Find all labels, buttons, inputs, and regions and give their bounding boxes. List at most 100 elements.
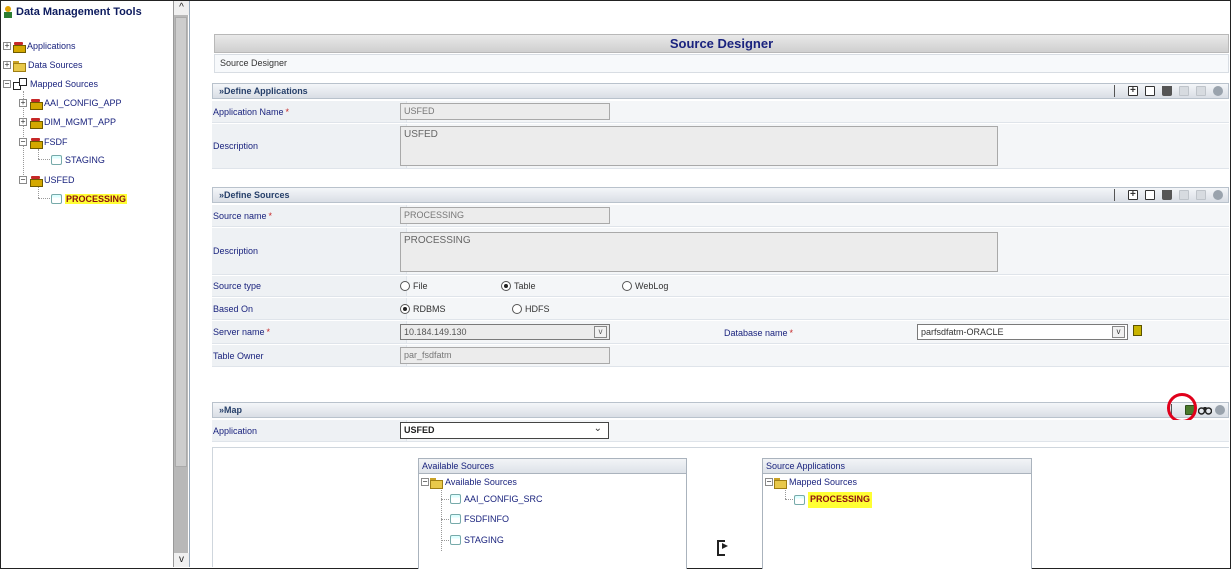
tree-scrollbar[interactable]: ^ v: [173, 1, 189, 567]
application-label: Application: [212, 420, 407, 441]
save-icon[interactable]: [1179, 190, 1189, 200]
application-name-row: Application Name * USFED: [212, 101, 1229, 123]
panel-divider[interactable]: [189, 1, 190, 567]
expand-icon[interactable]: +: [3, 42, 11, 50]
annotation-circle: [1167, 393, 1197, 423]
tree-connector: [441, 540, 449, 541]
chevron-down-icon[interactable]: v: [1112, 326, 1125, 338]
folder-icon: [774, 477, 787, 489]
based-on-hdfs-radio[interactable]: HDFS: [512, 298, 550, 319]
map-header: »Map: [212, 402, 1229, 418]
available-source-item[interactable]: AAI_CONFIG_SRC: [450, 494, 543, 504]
copy-icon[interactable]: [1196, 190, 1206, 200]
based-on-rdbms-radio[interactable]: RDBMS: [400, 298, 446, 319]
collapse-icon[interactable]: −: [765, 478, 773, 486]
tree-connector: [785, 490, 786, 499]
source-type-label: Source type: [212, 276, 407, 296]
table-icon: [51, 194, 62, 204]
database-name-select[interactable]: parfsdfatm-ORACLE v: [917, 324, 1128, 340]
folder-icon: [13, 60, 26, 72]
application-icon: [13, 41, 26, 53]
source-type-table-radio[interactable]: Table: [501, 276, 536, 296]
table-owner-row: Table Owner par_fsdfatm: [212, 345, 1229, 367]
source-name-field[interactable]: PROCESSING: [400, 207, 610, 224]
main-content: Source Designer Source Designer »Define …: [191, 1, 1229, 569]
source-type-file-radio[interactable]: File: [400, 276, 428, 296]
application-description-field[interactable]: USFED: [400, 126, 998, 166]
application-icon: [30, 137, 43, 149]
collapse-icon[interactable]: −: [421, 478, 429, 486]
database-browse-icon[interactable]: [1133, 325, 1142, 336]
tree-item-data-sources[interactable]: + Data Sources: [3, 57, 83, 73]
tree-item-aai-config-app[interactable]: + AAI_CONFIG_APP: [19, 95, 122, 111]
scroll-up-icon[interactable]: ^: [174, 1, 189, 15]
tree-connector: [38, 198, 50, 199]
collapse-icon[interactable]: −: [19, 138, 27, 146]
application-icon: [30, 117, 43, 129]
navigation-tree: Data Management Tools + Applications + D…: [1, 1, 173, 567]
binoculars-icon[interactable]: [1197, 405, 1213, 415]
available-sources-root[interactable]: − Available Sources: [421, 477, 517, 489]
map-application-select[interactable]: USFED ⌄: [400, 422, 609, 439]
delete-icon[interactable]: [1162, 86, 1172, 96]
application-icon: [30, 175, 43, 187]
tree-item-mapped-sources[interactable]: − Mapped Sources: [3, 76, 98, 92]
tree-connector: [38, 187, 39, 198]
copy-icon[interactable]: [1196, 86, 1206, 96]
tree-connector: [38, 149, 39, 159]
tree-item-applications[interactable]: + Applications: [3, 38, 76, 54]
expand-icon[interactable]: +: [19, 118, 27, 126]
collapse-icon[interactable]: −: [3, 80, 11, 88]
define-applications-header: »Define Applications: [212, 83, 1229, 99]
tree-connector: [441, 499, 449, 500]
application-name-field[interactable]: USFED: [400, 103, 610, 120]
help-icon[interactable]: [1215, 405, 1225, 415]
tree-connector: [441, 519, 449, 520]
tree-item-processing[interactable]: PROCESSING: [51, 191, 128, 207]
save-icon[interactable]: [1179, 86, 1189, 96]
description-label: Description: [212, 124, 407, 168]
folder-icon: [430, 477, 443, 489]
tree-root[interactable]: Data Management Tools: [3, 4, 142, 20]
based-on-row: Based On RDBMS HDFS: [212, 298, 1229, 320]
help-icon[interactable]: [1213, 86, 1223, 96]
available-source-item[interactable]: FSDFINFO: [450, 514, 509, 524]
scroll-down-icon[interactable]: v: [174, 553, 189, 567]
table-icon: [450, 514, 461, 524]
tree-item-staging[interactable]: STAGING: [51, 152, 105, 168]
help-icon[interactable]: [1213, 190, 1223, 200]
available-source-item[interactable]: STAGING: [450, 535, 504, 545]
tree-item-dim-mgmt-app[interactable]: + DIM_MGMT_APP: [19, 114, 116, 130]
mapped-source-item[interactable]: PROCESSING: [794, 492, 873, 508]
available-sources-title: Available Sources: [419, 459, 686, 474]
source-applications-box: Source Applications − Mapped Sources PRO…: [762, 458, 1032, 569]
tree-item-fsdf[interactable]: − FSDF: [19, 134, 68, 150]
scroll-thumb[interactable]: [175, 17, 187, 467]
add-icon[interactable]: [1128, 84, 1138, 98]
edit-icon[interactable]: [1145, 86, 1155, 96]
source-type-weblog-radio[interactable]: WebLog: [622, 276, 668, 296]
chevron-down-icon[interactable]: ⌄: [594, 423, 602, 434]
source-name-label: Source name *: [212, 205, 407, 226]
breadcrumb: Source Designer: [214, 54, 1229, 73]
collapse-icon[interactable]: −: [19, 176, 27, 184]
tools-icon: [3, 6, 13, 18]
edit-icon[interactable]: [1145, 190, 1155, 200]
table-icon: [794, 495, 805, 505]
tree-item-usfed[interactable]: − USFED: [19, 172, 75, 188]
chevron-down-icon[interactable]: v: [594, 326, 607, 338]
based-on-label: Based On: [212, 298, 407, 319]
add-icon[interactable]: [1128, 188, 1138, 202]
table-owner-field[interactable]: par_fsdfatm: [400, 347, 610, 364]
server-name-label: Server name *: [212, 321, 407, 343]
application-description-row: Description USFED: [212, 124, 1229, 169]
expand-icon[interactable]: +: [19, 99, 27, 107]
map-area: Available Sources − Available Sources AA…: [212, 447, 1229, 569]
source-description-field[interactable]: PROCESSING: [400, 232, 998, 272]
expand-icon[interactable]: +: [3, 61, 11, 69]
move-right-icon[interactable]: [717, 540, 730, 556]
table-icon: [450, 535, 461, 545]
mapped-sources-root[interactable]: − Mapped Sources: [765, 477, 857, 489]
server-name-select[interactable]: 10.184.149.130 v: [400, 324, 610, 340]
delete-icon[interactable]: [1162, 190, 1172, 200]
